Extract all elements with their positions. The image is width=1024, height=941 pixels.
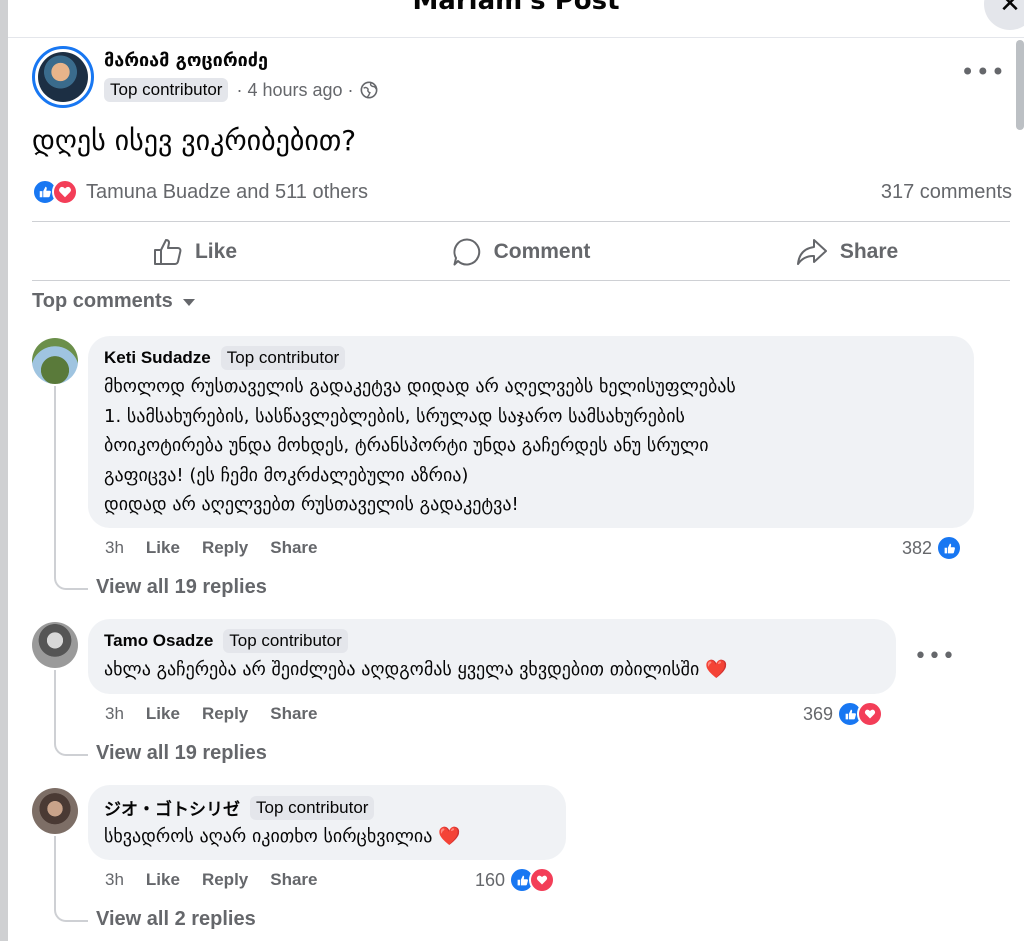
share-button[interactable]: Share <box>684 238 1010 266</box>
caret-down-icon <box>182 299 195 306</box>
comment-share-button[interactable]: Share <box>270 704 317 724</box>
comment-reply-button[interactable]: Reply <box>202 704 248 724</box>
heart-emoji: ❤️ <box>705 659 728 680</box>
love-reaction-icon <box>529 867 556 893</box>
thread-line <box>54 836 88 922</box>
comment-reactions[interactable]: 160 <box>475 867 556 893</box>
comment-bubble: Keti Sudadze Top contributor მხოლოდ რუსთ… <box>88 336 974 528</box>
post-author[interactable]: მარიამ გოცირიძე <box>104 50 268 71</box>
comment-line: ახლა გაჩერება არ შეიძლება აღდგომას ყველა… <box>104 659 700 680</box>
comment-share-button[interactable]: Share <box>270 538 317 558</box>
love-reaction-icon <box>857 701 884 727</box>
comment-text: ახლა გაჩერება არ შეიძლება აღდგომას ყველა… <box>104 655 880 685</box>
comment-reply-button[interactable]: Reply <box>202 870 248 890</box>
comment-line: ბოიკოტირება უნდა მოხდეს, ტრანსპორტი უნდა… <box>104 435 709 456</box>
top-contributor-badge[interactable]: Top contributor <box>250 795 375 820</box>
like-button[interactable]: Like <box>32 238 358 266</box>
comment-button[interactable]: Comment <box>358 237 684 267</box>
comment-text: სხვადროს აღარ იკითხო სირცხვილია ❤️ <box>104 822 550 852</box>
comment-line: სხვადროს აღარ იკითხო სირცხვილია <box>104 826 433 847</box>
comment-bubble: Tamo Osadze Top contributor ახლა გაჩერებ… <box>88 619 896 694</box>
comment-icon <box>453 238 480 266</box>
reaction-summary: Tamuna Buadze and 511 others 317 comment… <box>32 178 1012 206</box>
comment-reply-button[interactable]: Reply <box>202 538 248 558</box>
commenter-avatar[interactable] <box>32 338 78 384</box>
comment-time[interactable]: 3h <box>105 704 124 724</box>
comment-reactions[interactable]: 382 <box>902 535 963 561</box>
thread-line <box>54 670 88 756</box>
comment-line: გაფიცვა! (ეს ჩემი მოკრძალებული აზრია) <box>104 464 469 486</box>
heart-emoji: ❤️ <box>438 826 461 847</box>
comment-line: მხოლოდ რუსთაველის გადაკეტვა დიდად არ აღე… <box>104 376 736 397</box>
view-replies-link[interactable]: View all 19 replies <box>96 576 267 599</box>
modal-header: Mariam's Post ✕ <box>8 0 1024 38</box>
commenter-name[interactable]: Keti Sudadze <box>104 348 211 368</box>
comment-filter-label: Top comments <box>32 290 173 312</box>
reaction-count: 160 <box>475 869 506 890</box>
divider <box>32 221 1010 222</box>
view-replies-link[interactable]: View all 19 replies <box>96 742 267 765</box>
comment-more-options-icon[interactable]: ••• <box>914 644 956 669</box>
comment-time[interactable]: 3h <box>105 870 124 890</box>
comment-actions: 3h Like Reply Share <box>105 538 340 558</box>
like-reaction-icon <box>936 535 963 561</box>
thumbs-up-icon <box>153 239 182 265</box>
comment-line: 1. სამსახურების, სასწავლებლების, სრულად … <box>104 405 685 427</box>
comment-actions: 3h Like Reply Share <box>105 704 340 724</box>
comment-text: მხოლოდ რუსთაველის გადაკეტვა დიდად არ აღე… <box>104 372 958 520</box>
comment-button-label: Comment <box>493 240 591 263</box>
comment-line: დიდად არ აღელვებთ რუსთაველის გადაკეტვა! <box>104 494 519 515</box>
comment-bubble: ジオ・ゴトシリゼ Top contributor სხვადროს აღარ ი… <box>88 785 566 860</box>
modal-title: Mariam's Post <box>412 0 620 16</box>
love-reaction-icon[interactable] <box>52 179 78 205</box>
commenter-avatar[interactable] <box>32 788 78 834</box>
post-text: დღეს ისევ ვიკრიბებით? <box>32 124 357 157</box>
commenter-name[interactable]: Tamo Osadze <box>104 631 213 651</box>
top-contributor-badge[interactable]: Top contributor <box>104 78 229 102</box>
reaction-names[interactable]: Tamuna Buadze and 511 others <box>86 181 368 204</box>
comment-share-button[interactable]: Share <box>270 870 317 890</box>
globe-icon <box>360 81 377 99</box>
comment-like-button[interactable]: Like <box>146 538 180 558</box>
commenter-name[interactable]: ジオ・ゴトシリゼ <box>104 795 240 820</box>
comment-like-button[interactable]: Like <box>146 704 180 724</box>
author-avatar[interactable] <box>32 46 94 108</box>
reaction-count: 382 <box>902 537 933 558</box>
top-contributor-badge[interactable]: Top contributor <box>223 629 348 653</box>
post-time[interactable]: · 4 hours ago · <box>236 80 353 101</box>
view-replies-link[interactable]: View all 2 replies <box>96 908 256 931</box>
share-button-label: Share <box>839 240 899 263</box>
post-meta: Top contributor · 4 hours ago · <box>104 78 378 102</box>
close-icon[interactable]: ✕ <box>984 0 1024 30</box>
post-modal: Mariam's Post ✕ მარიამ გოცირიძე Top cont… <box>8 0 1024 941</box>
top-contributor-badge[interactable]: Top contributor <box>220 346 346 370</box>
comment-actions: 3h Like Reply Share <box>105 870 340 890</box>
comment-like-button[interactable]: Like <box>146 870 180 890</box>
like-button-label: Like <box>194 240 238 263</box>
commenter-avatar[interactable] <box>32 622 78 668</box>
post-more-options-icon[interactable]: ••• <box>961 58 1006 86</box>
reaction-count: 369 <box>803 703 834 724</box>
divider <box>32 280 1010 281</box>
comment-count[interactable]: 317 comments <box>881 181 1012 204</box>
thread-line <box>54 386 88 590</box>
comment-reactions[interactable]: 369 <box>803 701 884 727</box>
post-actions: Like Comment Share <box>32 224 1010 280</box>
comment-filter[interactable]: Top comments <box>32 290 195 313</box>
scrollbar[interactable] <box>1016 40 1024 130</box>
share-icon <box>796 239 827 265</box>
comment-time[interactable]: 3h <box>105 538 124 558</box>
